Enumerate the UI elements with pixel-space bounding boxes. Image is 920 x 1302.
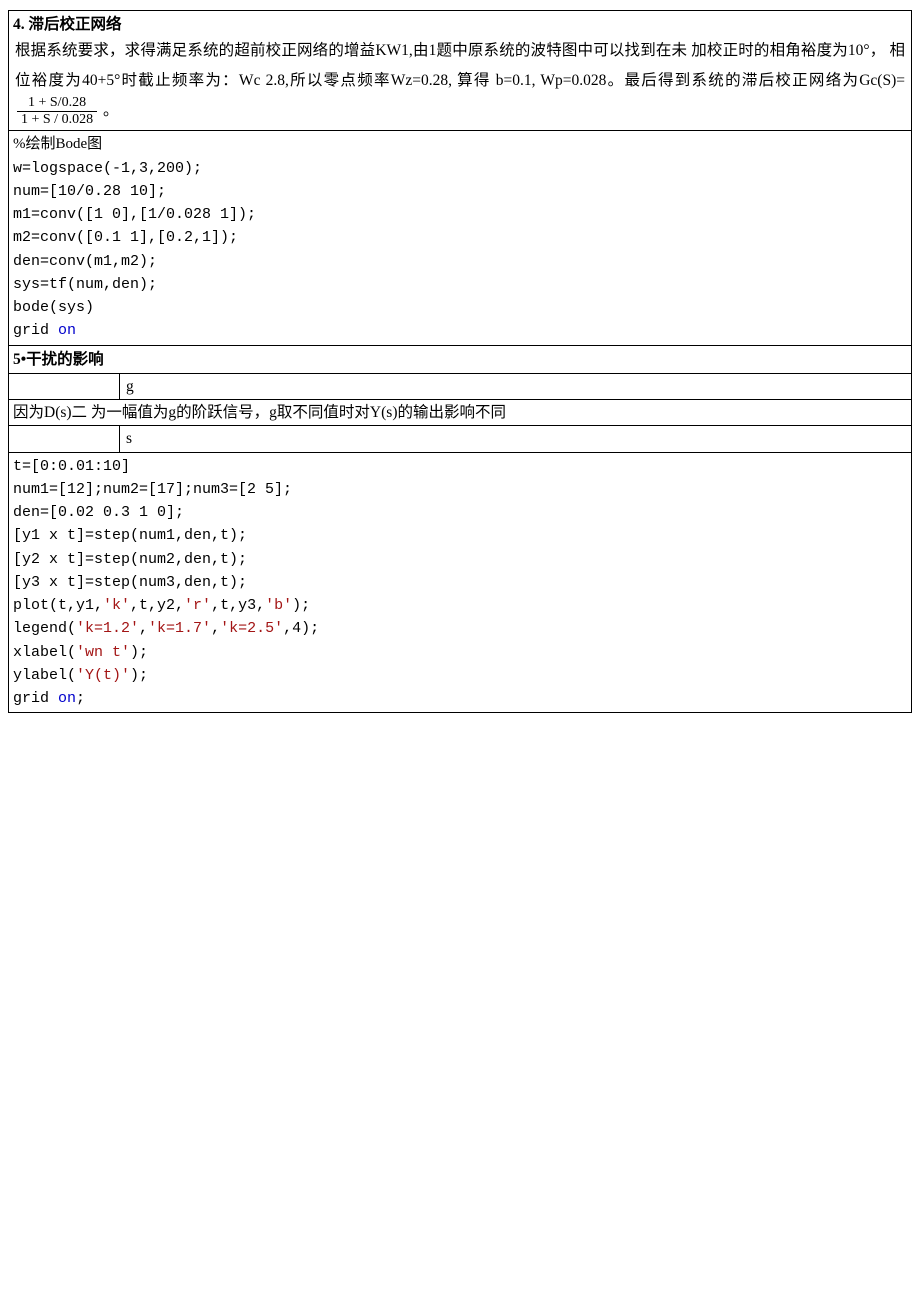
section-5-row-g: g bbox=[9, 374, 911, 400]
code2-l7d: 'r' bbox=[184, 597, 211, 614]
section-4-text: 根据系统要求，求得满足系统的超前校正网络的增益KW1,由1题中原系统的波特图中可… bbox=[15, 42, 905, 88]
code2-l11c: ; bbox=[76, 690, 85, 707]
code2-l8d: 'k=1.7' bbox=[148, 620, 211, 637]
section-5-row-s: s bbox=[9, 426, 911, 451]
section-4-end: 。 bbox=[103, 102, 119, 119]
code2-l7f: 'b' bbox=[265, 597, 292, 614]
code1-l7: bode(sys) bbox=[13, 299, 94, 316]
code1-l2: num=[10/0.28 10]; bbox=[13, 183, 166, 200]
code2-l8c: , bbox=[139, 620, 148, 637]
code2-l9c: ); bbox=[130, 644, 148, 661]
code1-comment: %绘制Bode图 bbox=[13, 136, 102, 152]
code1-l5: den=conv(m1,m2); bbox=[13, 253, 157, 270]
code2-l1: t=[0:0.01:10] bbox=[13, 458, 130, 475]
code2-l3: den=[0.02 0.3 1 0]; bbox=[13, 504, 184, 521]
code2-l7a: plot(t,y1, bbox=[13, 597, 103, 614]
gc-formula: 1 + S/0.28 1 + S / 0.028 bbox=[15, 102, 103, 119]
code2-l11a: grid bbox=[13, 690, 58, 707]
code1-l6: sys=tf(num,den); bbox=[13, 276, 157, 293]
code2-l6: [y3 x t]=step(num3,den,t); bbox=[13, 574, 247, 591]
fraction-numerator: 1 + S/0.28 bbox=[17, 95, 97, 112]
code2-l5: [y2 x t]=step(num2,den,t); bbox=[13, 551, 247, 568]
code-block-1: %绘制Bode图 w=logspace(-1,3,200); num=[10/0… bbox=[8, 130, 912, 345]
code2-l7b: 'k' bbox=[103, 597, 130, 614]
code1-l4: m2=conv([0.1 1],[0.2,1]); bbox=[13, 229, 238, 246]
section-5: 5•干扰的影响 g 因为D(s)二 为一幅值为g的阶跃信号，g取不同值时对Y(s… bbox=[8, 345, 912, 453]
row-s-cell: s bbox=[119, 426, 911, 451]
row-g-left bbox=[9, 374, 119, 399]
code2-l11b: on bbox=[58, 690, 76, 707]
code2-l8a: legend( bbox=[13, 620, 76, 637]
code2-l8f: 'k=2.5' bbox=[220, 620, 283, 637]
section-4: 4. 滞后校正网络 根据系统要求，求得满足系统的超前校正网络的增益KW1,由1题… bbox=[8, 10, 912, 131]
document-page: 4. 滞后校正网络 根据系统要求，求得满足系统的超前校正网络的增益KW1,由1题… bbox=[0, 0, 920, 723]
row-g-cell: g bbox=[119, 374, 911, 399]
code2-l8e: , bbox=[211, 620, 220, 637]
code2-l7g: ); bbox=[292, 597, 310, 614]
fraction: 1 + S/0.28 1 + S / 0.028 bbox=[17, 95, 97, 128]
code2-l8g: ,4); bbox=[283, 620, 319, 637]
code2-l7e: ,t,y3, bbox=[211, 597, 265, 614]
code2-l10a: ylabel( bbox=[13, 667, 76, 684]
section-4-paragraph: 根据系统要求，求得满足系统的超前校正网络的增益KW1,由1题中原系统的波特图中可… bbox=[9, 36, 911, 130]
section-5-row-mid: 因为D(s)二 为一幅值为g的阶跃信号，g取不同值时对Y(s)的输出影响不同 bbox=[9, 400, 911, 426]
fraction-denominator: 1 + S / 0.028 bbox=[17, 112, 97, 128]
code2-l2: num1=[12];num2=[17];num3=[2 5]; bbox=[13, 481, 292, 498]
section-5-heading: 5•干扰的影响 bbox=[9, 346, 911, 374]
code2-l8b: 'k=1.2' bbox=[76, 620, 139, 637]
code2-l4: [y1 x t]=step(num1,den,t); bbox=[13, 527, 247, 544]
code1-l8a: grid bbox=[13, 322, 58, 339]
code2-l7c: ,t,y2, bbox=[130, 597, 184, 614]
code2-l10c: ); bbox=[130, 667, 148, 684]
code1-l3: m1=conv([1 0],[1/0.028 1]); bbox=[13, 206, 256, 223]
code2-l9b: 'wn t' bbox=[76, 644, 130, 661]
code1-l1: w=logspace(-1,3,200); bbox=[13, 160, 202, 177]
code2-l9a: xlabel( bbox=[13, 644, 76, 661]
code-block-2: t=[0:0.01:10] num1=[12];num2=[17];num3=[… bbox=[8, 452, 912, 714]
section-4-heading: 4. 滞后校正网络 bbox=[9, 11, 911, 36]
code2-l10b: 'Y(t)' bbox=[76, 667, 130, 684]
row-s-left bbox=[9, 426, 119, 451]
code1-l8b: on bbox=[58, 322, 76, 339]
